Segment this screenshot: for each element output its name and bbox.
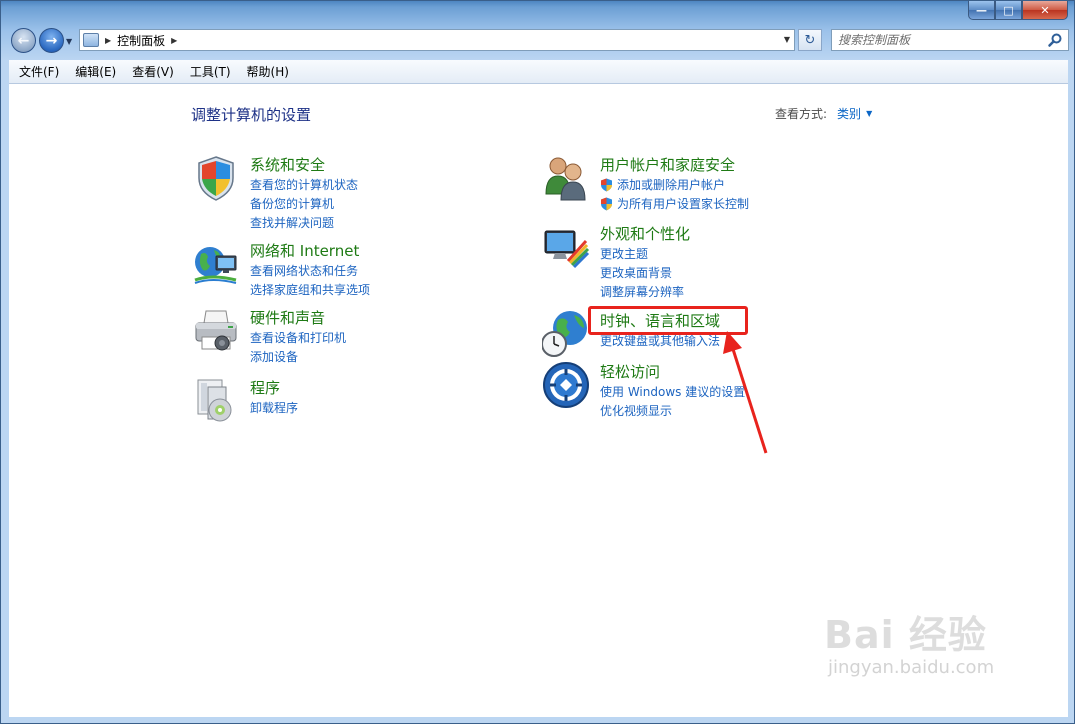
maximize-button[interactable]: □	[995, 1, 1022, 20]
refresh-button[interactable]: ↻	[798, 29, 822, 51]
link-troubleshoot[interactable]: 查找并解决问题	[250, 213, 358, 232]
refresh-icon: ↻	[804, 32, 816, 48]
ease-of-access-icon[interactable]	[542, 361, 590, 409]
link-homegroup-sharing[interactable]: 选择家庭组和共享选项	[250, 280, 370, 299]
address-bar[interactable]: ▶ 控制面板 ▶ ▼	[79, 29, 795, 51]
globe-clock-icon[interactable]	[542, 310, 590, 358]
arrow-left-icon: ←	[17, 32, 30, 49]
category-title[interactable]: 用户帐户和家庭安全	[600, 154, 735, 175]
breadcrumb-separator-icon[interactable]: ▶	[105, 36, 111, 45]
menu-edit[interactable]: 编辑(E)	[67, 63, 124, 80]
link-change-theme[interactable]: 更改主题	[600, 244, 684, 263]
breadcrumb-separator-icon[interactable]: ▶	[171, 36, 177, 45]
watermark-logo-text: Bai 经验	[824, 613, 987, 657]
link-change-desktop-background[interactable]: 更改桌面背景	[600, 263, 684, 282]
printer-icon[interactable]	[192, 307, 240, 355]
minimize-button[interactable]: —	[968, 1, 995, 20]
category-title[interactable]: 轻松访问	[600, 361, 660, 382]
link-add-remove-accounts[interactable]: 添加或删除用户帐户	[600, 175, 749, 194]
view-by-dropdown[interactable]: 类别	[837, 105, 861, 122]
view-by-label: 查看方式:	[775, 107, 828, 121]
search-icon[interactable]	[1047, 32, 1063, 48]
window-frame: — □ ✕ ← → ▼ ▶ 控制面板 ▶ ▼ ↻ 文件(F	[0, 0, 1075, 724]
content-area: 调整计算机的设置 查看方式: 类别 ▼ 系统和安全 查看您的计算机状态 备份您的…	[9, 84, 1068, 717]
category-title[interactable]: 系统和安全	[250, 154, 325, 175]
search-input[interactable]	[838, 31, 1048, 49]
category-title[interactable]: 程序	[250, 377, 280, 398]
address-dropdown-icon[interactable]: ▼	[784, 35, 790, 44]
back-button[interactable]: ←	[11, 28, 36, 53]
link-optimize-video-display[interactable]: 优化视频显示	[600, 401, 745, 420]
menu-help[interactable]: 帮助(H)	[239, 63, 297, 80]
breadcrumb-control-panel[interactable]: 控制面板	[117, 32, 165, 49]
menu-view[interactable]: 查看(V)	[124, 63, 182, 80]
menu-tools[interactable]: 工具(T)	[182, 63, 239, 80]
category-links: 查看网络状态和任务 选择家庭组和共享选项	[250, 261, 370, 299]
watermark-url: jingyan.baidu.com	[828, 657, 995, 678]
category-title[interactable]: 网络和 Internet	[250, 240, 359, 261]
control-panel-icon	[83, 33, 99, 47]
uac-shield-icon	[601, 178, 612, 191]
link-adjust-resolution[interactable]: 调整屏幕分辨率	[600, 282, 684, 301]
link-label[interactable]: 为所有用户设置家长控制	[617, 195, 749, 212]
link-network-status[interactable]: 查看网络状态和任务	[250, 261, 370, 280]
arrow-right-icon: →	[45, 32, 58, 49]
category-links: 更改主题 更改桌面背景 调整屏幕分辨率	[600, 244, 684, 301]
category-links: 添加或删除用户帐户 为所有用户设置家长控制	[600, 175, 749, 213]
category-links: 卸载程序	[250, 398, 298, 417]
link-uninstall-program[interactable]: 卸载程序	[250, 398, 298, 417]
link-view-computer-status[interactable]: 查看您的计算机状态	[250, 175, 358, 194]
menu-bar: 文件(F) 编辑(E) 查看(V) 工具(T) 帮助(H)	[9, 60, 1068, 84]
recent-pages-dropdown[interactable]: ▼	[66, 37, 72, 46]
watermark: Bai 经验 jingyan.baidu.com	[824, 604, 994, 678]
view-by: 查看方式: 类别 ▼	[775, 105, 872, 122]
shield-icon[interactable]	[192, 154, 240, 202]
network-globe-icon[interactable]	[192, 240, 240, 288]
link-label[interactable]: 添加或删除用户帐户	[617, 176, 725, 193]
category-links: 查看设备和打印机 添加设备	[250, 328, 346, 366]
link-add-device[interactable]: 添加设备	[250, 347, 346, 366]
category-links: 查看您的计算机状态 备份您的计算机 查找并解决问题	[250, 175, 358, 232]
uac-shield-icon	[601, 197, 612, 210]
annotation-highlight-box	[588, 306, 748, 335]
link-parental-controls[interactable]: 为所有用户设置家长控制	[600, 194, 749, 213]
display-palette-icon[interactable]	[542, 223, 590, 271]
chevron-down-icon[interactable]: ▼	[866, 109, 872, 118]
caption-buttons: — □ ✕	[968, 1, 1068, 20]
page-title: 调整计算机的设置	[191, 106, 312, 124]
link-devices-printers[interactable]: 查看设备和打印机	[250, 328, 346, 347]
menu-file[interactable]: 文件(F)	[11, 63, 67, 80]
link-backup-computer[interactable]: 备份您的计算机	[250, 194, 358, 213]
close-button[interactable]: ✕	[1022, 1, 1068, 20]
forward-button[interactable]: →	[39, 28, 64, 53]
search-box	[831, 29, 1069, 51]
category-title[interactable]: 硬件和声音	[250, 307, 325, 328]
programs-icon[interactable]	[192, 377, 240, 425]
users-icon[interactable]	[542, 154, 590, 202]
link-recommended-settings[interactable]: 使用 Windows 建议的设置	[600, 382, 745, 401]
category-title[interactable]: 外观和个性化	[600, 223, 690, 244]
category-links: 使用 Windows 建议的设置 优化视频显示	[600, 382, 745, 420]
navigation-bar: ← → ▼ ▶ 控制面板 ▶ ▼ ↻	[1, 25, 1074, 57]
